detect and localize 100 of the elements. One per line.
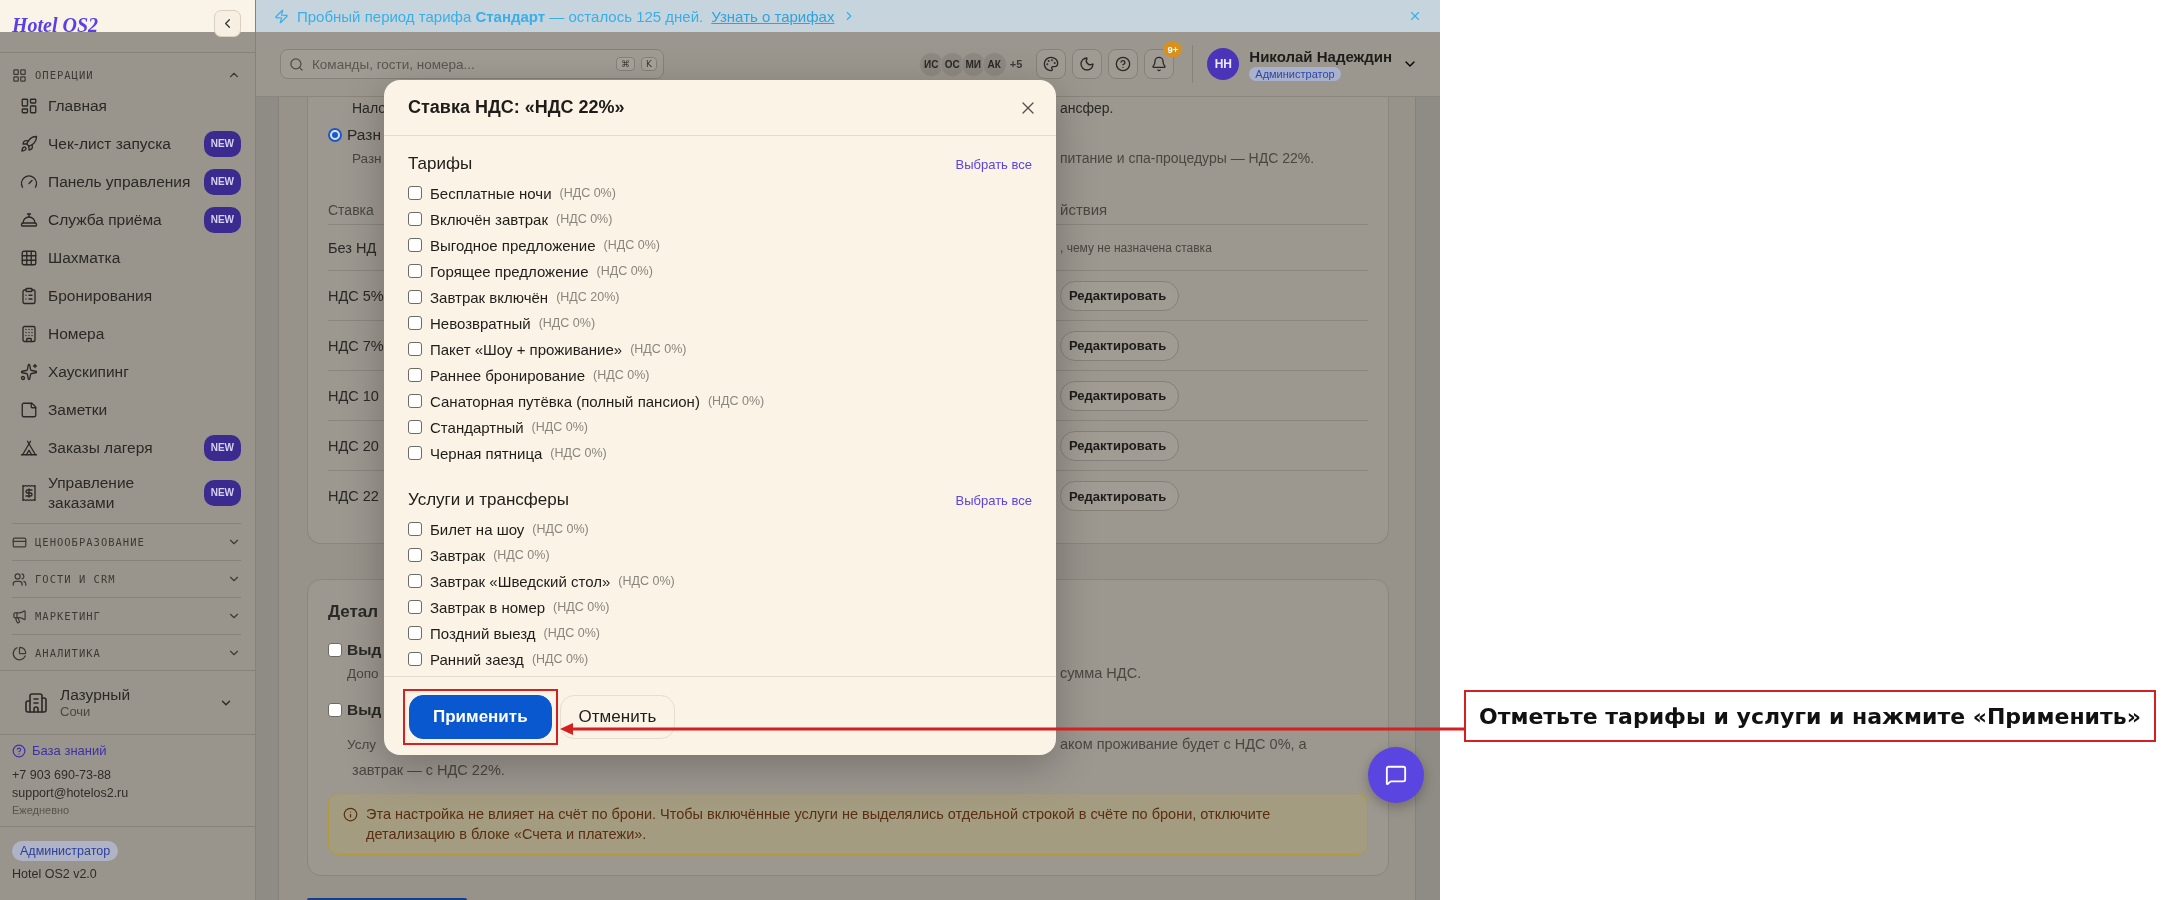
checkbox[interactable]	[328, 643, 342, 657]
tent-icon	[20, 439, 38, 457]
section-header[interactable]: ЦЕНООБРАЗОВАНИЕ	[35, 536, 219, 548]
property-city: Сочи	[60, 704, 92, 719]
notification-count: 9+	[1163, 42, 1183, 57]
option-label: Стандартный	[430, 418, 524, 436]
edit-button[interactable]: Редактировать	[1060, 330, 1180, 361]
option-label: Завтрак	[430, 546, 486, 564]
select-all-link[interactable]: Выбрать все	[955, 492, 1032, 508]
select-all-link[interactable]: Выбрать все	[955, 156, 1032, 172]
team-avatar[interactable]: ИС	[918, 51, 944, 77]
property-selector[interactable]: Лазурный Сочи	[0, 670, 255, 735]
collapse-button[interactable]	[214, 10, 241, 37]
option-description: Услу	[346, 736, 377, 752]
more-count: +5	[1009, 58, 1023, 70]
receipt-icon	[20, 484, 38, 502]
support-hours: Ежедневно	[12, 804, 71, 816]
team-avatar[interactable]: АК	[981, 51, 1007, 77]
checkbox[interactable]	[328, 703, 342, 717]
nav-item[interactable]: Заметки	[12, 391, 241, 429]
checkbox[interactable]	[408, 446, 422, 460]
option-label: Невозвратный	[430, 314, 531, 332]
text-fragment: ансфер.	[1060, 100, 1114, 116]
search-icon	[289, 56, 304, 72]
section-header[interactable]: ГОСТИ И CRM	[35, 573, 219, 585]
service-bell-icon	[20, 211, 38, 229]
checkbox[interactable]	[408, 238, 422, 252]
checkbox[interactable]	[408, 548, 422, 562]
search-input[interactable]: Команды, гости, номера...	[310, 55, 611, 73]
vat-label: (НДС 0%)	[556, 212, 613, 226]
team-avatar[interactable]: МИ	[960, 51, 986, 77]
checkbox[interactable]	[408, 264, 422, 278]
option-description: сумма НДС.	[1060, 665, 1142, 681]
option-label: Бесплатные ночи	[430, 184, 552, 202]
section-header[interactable]: АНАЛИТИКА	[35, 647, 219, 659]
gauge-icon	[20, 173, 38, 191]
sparkles-icon	[20, 363, 38, 381]
radio-button[interactable]	[328, 128, 342, 142]
team-avatar[interactable]: ОС	[939, 51, 965, 77]
edit-button[interactable]: Редактировать	[1060, 280, 1180, 311]
vat-label: (НДС 0%)	[531, 652, 589, 666]
nav-item[interactable]: Главная	[12, 87, 241, 125]
nav-item[interactable]: Заказы лагеря NEW	[12, 429, 241, 467]
theme-button[interactable]	[1036, 49, 1067, 79]
checkbox[interactable]	[408, 394, 422, 408]
card-icon	[12, 534, 27, 550]
help-icon	[1115, 56, 1132, 72]
clipboard-icon	[20, 287, 38, 305]
option-label: Включён завтрак	[430, 210, 548, 228]
users-icon	[12, 571, 27, 587]
section-header[interactable]: МАРКЕТИНГ	[35, 610, 219, 622]
checkbox[interactable]	[408, 212, 422, 226]
grid-icon	[20, 249, 38, 267]
column-header: йствия	[1060, 201, 1108, 218]
palette-icon	[1043, 56, 1060, 72]
user-role: Администратор	[1249, 66, 1341, 81]
vat-label: (НДС 0%)	[618, 574, 675, 588]
table-cell: Без НД	[328, 239, 377, 256]
role-badge: Администратор	[12, 841, 119, 861]
checkbox[interactable]	[408, 652, 422, 666]
option-label: Пакет «Шоу + проживание»	[430, 340, 623, 358]
checkbox[interactable]	[408, 600, 422, 614]
search-field[interactable]: Команды, гости, номера... ⌘ K	[280, 49, 664, 79]
nav-item[interactable]: Номера	[12, 315, 241, 353]
option-label: Черная пятница	[430, 444, 543, 462]
apply-button[interactable]: Применить	[409, 695, 552, 739]
help-link[interactable]: База знаний	[12, 743, 243, 758]
group-title: Услуги и трансферы	[408, 490, 569, 510]
nav-item[interactable]: Управление заказами NEW	[12, 467, 241, 519]
checkbox[interactable]	[408, 420, 422, 434]
cancel-button[interactable]: Отменить	[559, 695, 676, 739]
dark-mode-button[interactable]	[1072, 49, 1103, 79]
nav-item[interactable]: Хаускипинг	[12, 353, 241, 391]
lightning-icon	[274, 8, 289, 24]
property-name: Лазурный	[60, 686, 132, 704]
checkbox[interactable]	[408, 626, 422, 640]
checkbox[interactable]	[408, 342, 422, 356]
checkbox[interactable]	[408, 290, 422, 304]
nav-item[interactable]: Панель управления NEW	[12, 163, 241, 201]
checkbox[interactable]	[408, 574, 422, 588]
new-badge: NEW	[203, 207, 241, 233]
checkbox[interactable]	[408, 368, 422, 382]
edit-button[interactable]: Редактировать	[1060, 430, 1180, 461]
option-label: Выгодное предложение	[430, 236, 596, 254]
nav-item[interactable]: Служба приёма NEW	[12, 201, 241, 239]
checkbox[interactable]	[408, 316, 422, 330]
vat-label: (НДС 0%)	[531, 420, 588, 434]
nav-item[interactable]: Шахматка	[12, 239, 241, 277]
checkbox[interactable]	[408, 186, 422, 200]
option-description: аком проживание будет с НДС 0%, а	[1060, 736, 1307, 752]
nav-item[interactable]: Чек-лист запуска NEW	[12, 125, 241, 163]
checkbox[interactable]	[408, 522, 422, 536]
section-header[interactable]: ОПЕРАЦИИ	[35, 69, 219, 81]
help-button[interactable]	[1108, 49, 1139, 79]
instruction-callout: Отметьте тарифы и услуги и нажмите «Применить»	[1464, 690, 2156, 742]
edit-button[interactable]: Редактировать	[1060, 380, 1180, 411]
edit-button[interactable]: Редактировать	[1060, 481, 1180, 511]
nav-item[interactable]: Бронирования	[12, 277, 241, 315]
option-label: Поздний выезд	[430, 624, 536, 642]
vat-label: (НДС 0%)	[596, 264, 653, 278]
